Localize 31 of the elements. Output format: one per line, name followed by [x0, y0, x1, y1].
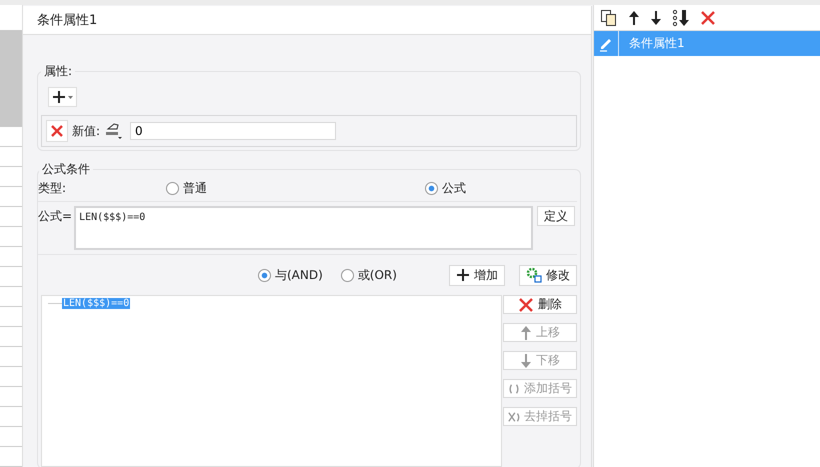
delete-icon[interactable] — [700, 10, 716, 26]
logic-radio[interactable]: 与(AND) — [258, 266, 323, 284]
copy-icon[interactable] — [600, 8, 618, 26]
logic-radio[interactable]: 或(OR) — [340, 266, 397, 284]
close-icon — [50, 124, 64, 138]
add-button[interactable]: 增加 — [449, 264, 505, 286]
remove-button[interactable] — [46, 120, 68, 142]
dialog-title: 条件属性1 — [37, 12, 98, 29]
delete-button[interactable]: 删除 — [503, 295, 577, 314]
parentheses-icon — [508, 382, 520, 396]
arrow-down-icon — [520, 352, 532, 368]
group-legend: 公式条件 — [39, 161, 93, 177]
arrow-down-icon[interactable] — [650, 10, 662, 26]
new-value-label: 新值: — [72, 122, 100, 140]
define-button[interactable]: 定义 — [537, 206, 575, 226]
formula-label: 公式= — [38, 208, 72, 225]
move-to-bottom-icon[interactable] — [672, 8, 690, 26]
arrow-up-icon[interactable] — [628, 10, 640, 26]
plus-icon — [456, 268, 470, 282]
formula-field[interactable]: LEN($$$)==0 — [74, 206, 533, 250]
group-legend: 属性: — [41, 63, 76, 79]
type-radio[interactable]: 公式 — [425, 180, 466, 196]
modify-button[interactable]: 修改 — [519, 264, 577, 286]
new-value-field[interactable]: 0 — [130, 122, 336, 140]
close-icon — [518, 296, 534, 312]
remove-parentheses-icon — [508, 410, 520, 424]
arrow-up-icon — [520, 324, 532, 340]
text-type-icon[interactable] — [104, 121, 124, 141]
type-radio[interactable]: 普通 — [166, 180, 208, 196]
add-dropdown-button[interactable] — [48, 87, 77, 107]
type-label: 类型: — [38, 180, 66, 196]
